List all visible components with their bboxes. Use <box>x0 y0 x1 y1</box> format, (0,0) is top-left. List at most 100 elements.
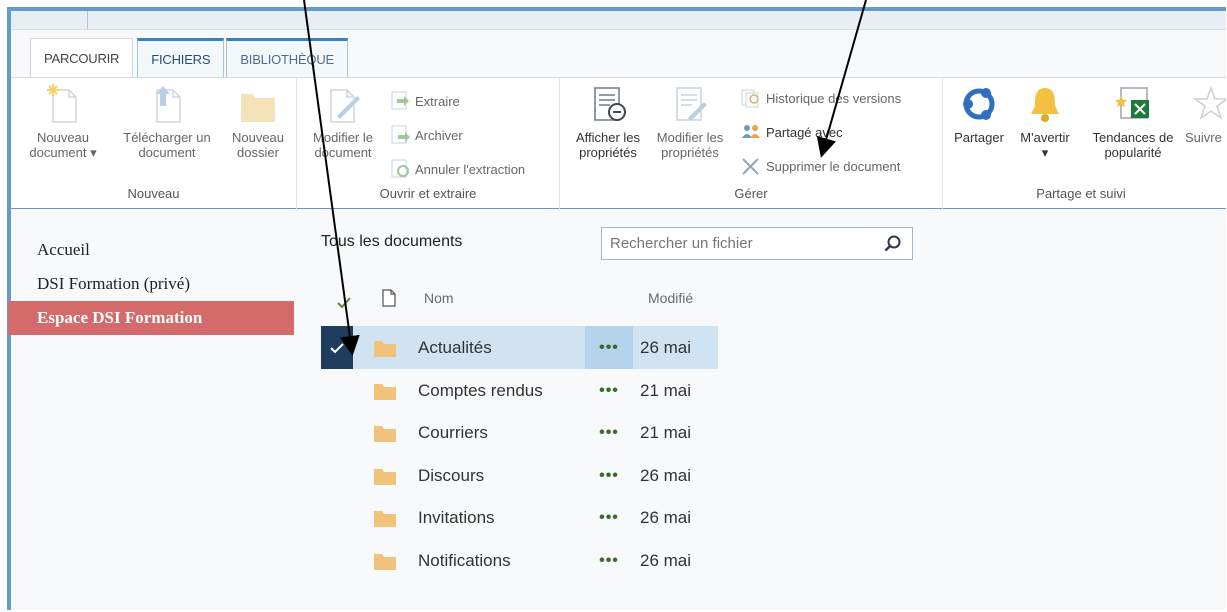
edit-properties-label: Modifier les propriétés <box>656 130 724 160</box>
archive-button[interactable]: Archiver <box>389 125 463 145</box>
star-icon <box>1191 82 1226 126</box>
item-modified: 26 mai <box>640 338 692 357</box>
cancel-extraction-icon <box>389 159 411 179</box>
group-label-ouvrir-extraire: Ouvrir et extraire <box>379 186 477 201</box>
extract-icon <box>389 91 411 111</box>
view-properties-button[interactable]: Afficher les propriétés <box>568 82 648 160</box>
share-icon <box>959 82 999 126</box>
alert-me-button[interactable]: M'avertir ▾ <box>1013 82 1077 160</box>
follow-button[interactable]: Suivre <box>1185 82 1226 145</box>
nav-item-accueil[interactable]: Accueil <box>8 233 294 267</box>
item-name[interactable]: Actualités <box>418 338 492 358</box>
edit-properties-button[interactable]: Modifier les propriétés <box>650 82 730 160</box>
ellipsis-icon: ••• <box>599 466 619 484</box>
group-label-nouveau: Nouveau <box>127 186 180 201</box>
folder-icon <box>374 467 396 485</box>
nav-item-espace-dsi-formation[interactable]: Espace DSI Formation <box>8 301 294 335</box>
ellipsis-icon: ••• <box>599 381 619 399</box>
cancel-extraction-label: Annuler l'extraction <box>415 161 526 177</box>
bell-icon <box>1025 82 1065 126</box>
archive-label: Archiver <box>415 127 463 143</box>
shared-with-label: Partagé avec <box>766 124 843 140</box>
popularity-trends-button[interactable]: Tendances de popularité <box>1083 82 1183 160</box>
edit-document-label: Modifier le document <box>313 130 373 160</box>
extract-label: Extraire <box>415 93 460 109</box>
list-item[interactable]: Notifications ••• 26 mai <box>321 539 718 582</box>
list-item[interactable]: Comptes rendus ••• 21 mai <box>321 369 718 412</box>
ellipsis-icon: ••• <box>599 338 619 356</box>
item-name[interactable]: Courriers <box>418 423 488 443</box>
extract-button[interactable]: Extraire <box>389 91 460 111</box>
group-ouvrir-extraire: Modifier le document Extraire Archiver A… <box>297 78 560 209</box>
view-properties-label: Afficher les propriétés <box>575 130 641 160</box>
item-name[interactable]: Notifications <box>418 551 511 571</box>
item-name[interactable]: Invitations <box>418 508 495 528</box>
item-modified: 26 mai <box>640 508 692 527</box>
search-icon[interactable] <box>884 235 902 253</box>
item-menu-button[interactable]: ••• <box>585 454 633 497</box>
column-header-modified[interactable]: Modifié <box>648 290 693 306</box>
archive-icon <box>389 125 411 145</box>
version-history-icon <box>740 88 762 108</box>
group-label-partage-suivi: Partage et suivi <box>1036 186 1126 201</box>
column-header-name[interactable]: Nom <box>424 290 454 306</box>
tab-fichiers[interactable]: FICHIERS <box>137 38 225 78</box>
item-modified: 21 mai <box>640 423 692 442</box>
cancel-extraction-button[interactable]: Annuler l'extraction <box>389 159 525 179</box>
item-menu-button[interactable]: ••• <box>585 411 633 454</box>
tab-parcourir[interactable]: PARCOURIR <box>30 38 134 78</box>
follow-label: Suivre <box>1185 130 1222 145</box>
list-item[interactable]: Invitations ••• 26 mai <box>321 496 718 539</box>
new-document-icon <box>43 82 83 126</box>
ribbon: Nouveau document ▾ Télécharger un docume… <box>11 77 1226 209</box>
item-menu-button[interactable]: ••• <box>585 539 633 582</box>
select-all-checkmark-icon[interactable] <box>337 296 351 312</box>
item-menu-button[interactable]: ••• <box>585 369 633 412</box>
document-type-icon <box>382 289 396 310</box>
item-modified: 21 mai <box>640 381 692 400</box>
new-folder-button[interactable]: Nouveau dossier <box>223 82 293 160</box>
folder-icon <box>238 82 278 126</box>
edit-document-button[interactable]: Modifier le document <box>303 82 383 160</box>
delete-document-label: Supprimer le document <box>766 158 901 174</box>
folder-icon <box>374 552 396 570</box>
left-navigation: Accueil DSI Formation (privé) Espace DSI… <box>8 233 294 335</box>
row-select-checkbox[interactable] <box>321 326 353 369</box>
edit-document-icon <box>323 82 363 126</box>
item-name[interactable]: Comptes rendus <box>418 381 543 401</box>
item-modified: 26 mai <box>640 551 692 570</box>
list-item[interactable]: Discours ••• 26 mai <box>321 454 718 497</box>
version-history-label: Historique des versions <box>766 90 902 106</box>
item-modified: 26 mai <box>640 466 692 485</box>
new-document-label: Nouveau document ▾ <box>29 130 97 160</box>
version-history-button[interactable]: Historique des versions <box>740 88 901 108</box>
new-folder-label: Nouveau dossier <box>231 130 285 160</box>
group-label-gerer: Gérer <box>734 186 768 201</box>
item-menu-button[interactable]: ••• <box>585 496 633 539</box>
item-name[interactable]: Discours <box>418 466 484 486</box>
suite-bar <box>11 11 1226 30</box>
search-input[interactable] <box>602 228 872 259</box>
group-nouveau: Nouveau document ▾ Télécharger un docume… <box>11 78 297 209</box>
group-partage-suivi: Partager M'avertir ▾ Tendances de popula… <box>943 78 1226 209</box>
upload-document-button[interactable]: Télécharger un document <box>115 82 219 160</box>
shared-with-icon <box>740 122 762 142</box>
view-properties-icon <box>588 82 628 126</box>
ellipsis-icon: ••• <box>599 551 619 569</box>
share-label: Partager <box>954 130 1004 145</box>
tab-bibliotheque[interactable]: BIBLIOTHÈQUE <box>226 38 349 78</box>
delete-document-button[interactable]: Supprimer le document <box>740 156 900 176</box>
view-title[interactable]: Tous les documents <box>321 233 462 251</box>
search-box <box>601 227 913 260</box>
alert-me-label: M'avertir ▾ <box>1020 130 1070 160</box>
upload-document-label: Télécharger un document <box>123 130 211 160</box>
item-menu-button[interactable]: ••• <box>585 326 633 369</box>
shared-with-button[interactable]: Partagé avec <box>740 122 843 142</box>
folder-icon <box>374 382 396 400</box>
list-item[interactable]: Actualités ••• 26 mai <box>321 326 718 369</box>
list-item[interactable]: Courriers ••• 21 mai <box>321 411 718 454</box>
share-button[interactable]: Partager <box>947 82 1011 145</box>
new-document-button[interactable]: Nouveau document ▾ <box>28 82 98 160</box>
nav-item-dsi-formation[interactable]: DSI Formation (privé) <box>8 267 294 301</box>
upload-icon <box>147 82 187 126</box>
